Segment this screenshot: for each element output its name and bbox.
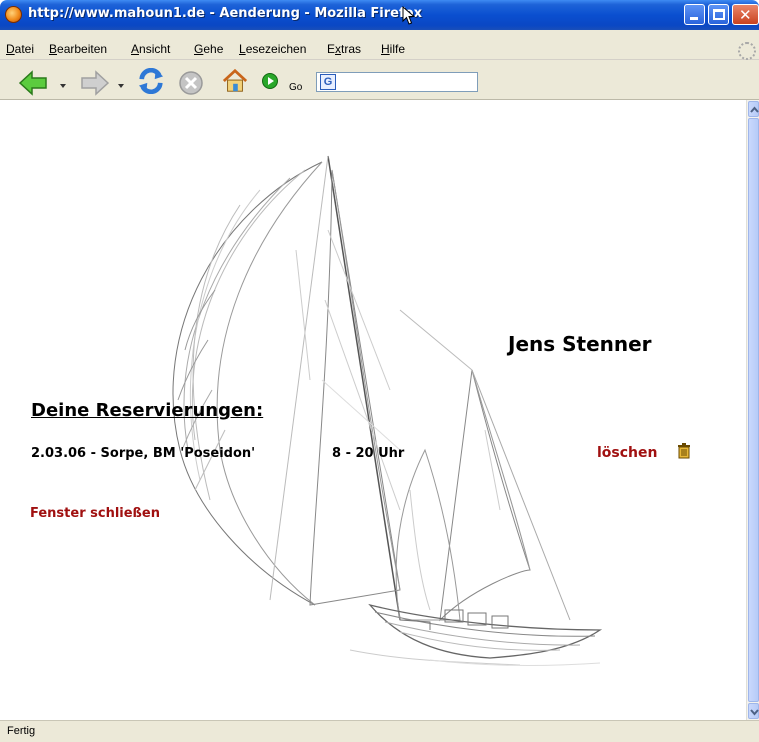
menu-hilfe[interactable]: Hilfe — [381, 42, 405, 56]
user-name: Jens Stenner — [508, 332, 652, 356]
scroll-thumb[interactable] — [748, 118, 759, 702]
delete-reservation-link[interactable]: löschen — [597, 445, 657, 461]
reservations-heading: Deine Reservierungen: — [31, 400, 264, 421]
firefox-icon — [5, 6, 22, 23]
close-window-link[interactable]: Fenster schließen — [30, 506, 160, 521]
go-label[interactable]: Go — [289, 82, 302, 93]
home-icon[interactable] — [220, 68, 250, 94]
scroll-down-button[interactable] — [748, 703, 759, 719]
vertical-scrollbar[interactable] — [746, 100, 759, 720]
menu-gehe[interactable]: Gehe — [194, 42, 223, 56]
page-content: Jens Stenner Deine Reservierungen: 2.03.… — [0, 100, 746, 720]
chevron-down-icon — [750, 709, 759, 716]
close-button[interactable]: ✕ — [732, 4, 759, 25]
window-titlebar[interactable]: http://www.mahoun1.de - Aenderung - Mozi… — [0, 0, 759, 30]
back-history-dropdown[interactable] — [60, 84, 66, 88]
mouse-pointer-icon — [402, 6, 416, 25]
status-bar: Fertig — [0, 720, 759, 742]
menu-extras[interactable]: Extras — [327, 42, 361, 56]
window-title: http://www.mahoun1.de - Aenderung - Mozi… — [28, 6, 422, 21]
reload-icon[interactable] — [136, 68, 166, 94]
scroll-up-button[interactable] — [748, 101, 759, 117]
reservation-entry: 2.03.06 - Sorpe, BM 'Poseidon' — [31, 446, 256, 461]
go-icon[interactable] — [262, 73, 278, 89]
forward-icon[interactable] — [78, 70, 110, 96]
chevron-up-icon — [750, 106, 759, 113]
stop-icon[interactable] — [178, 70, 204, 96]
menu-bearbeiten[interactable]: Bearbeiten — [49, 42, 107, 56]
reservation-time: 8 - 20 Uhr — [332, 446, 405, 461]
menu-datei[interactable]: Datei — [6, 42, 34, 56]
back-icon[interactable] — [18, 70, 50, 96]
menu-bar: Datei Bearbeiten Ansicht Gehe Lesezeiche… — [0, 30, 759, 60]
forward-history-dropdown[interactable] — [118, 84, 124, 88]
throbber-icon — [738, 42, 756, 60]
maximize-button[interactable] — [708, 4, 729, 25]
menu-ansicht[interactable]: Ansicht — [131, 42, 170, 56]
menu-lesezeichen[interactable]: Lesezeichen — [239, 42, 306, 56]
minimize-button[interactable] — [684, 4, 705, 25]
status-text: Fertig — [7, 725, 36, 737]
search-input[interactable]: G — [316, 72, 478, 92]
google-search-icon[interactable]: G — [320, 74, 336, 90]
trash-icon[interactable] — [677, 443, 691, 459]
